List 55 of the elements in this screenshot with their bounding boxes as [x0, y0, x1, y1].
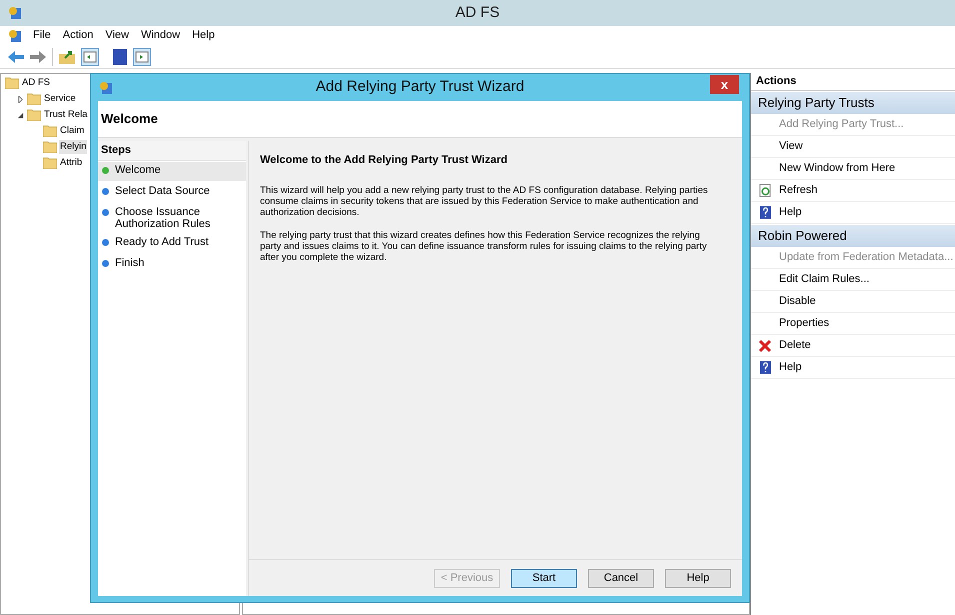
paragraph: This wizard will help you add a new relying party trust to the AD FS configuration database. Relying parties consume claims in security tokens that are issued by this Federation Service to make authentication and authorization decisions. [260, 184, 709, 218]
folder-icon [43, 157, 57, 169]
steps-title: Steps [101, 143, 131, 158]
app-icon [8, 28, 22, 42]
step-item: Choose Issuance Authorization Rules [98, 204, 246, 232]
tree-item[interactable]: Service [43, 92, 77, 106]
action-link[interactable]: View [779, 138, 803, 155]
action-link[interactable]: Disable [779, 293, 816, 310]
folder-icon [43, 125, 57, 137]
folder-icon [27, 93, 41, 105]
wizard-heading: Welcome to the Add Relying Party Trust Wizard [260, 153, 508, 168]
wizard-button[interactable]: Start [511, 568, 577, 588]
refresh-icon [758, 184, 772, 197]
folder-icon [43, 141, 57, 153]
section-header: Robin Powered [751, 225, 955, 247]
delete-icon [758, 338, 772, 352]
app-icon [99, 80, 113, 94]
action-link[interactable]: Delete [779, 337, 811, 354]
section-header: Relying Party Trusts [751, 92, 955, 114]
tree-item[interactable]: Attrib [59, 156, 84, 170]
tree-item[interactable]: AD FS [21, 76, 51, 90]
folder-up-icon[interactable] [59, 50, 75, 64]
menu-item[interactable]: Help [187, 27, 220, 44]
pane-toggle-icon[interactable] [133, 48, 151, 66]
action-link[interactable]: Properties [779, 315, 830, 332]
action-link[interactable]: Edit Claim Rules... [779, 271, 870, 288]
menu-item[interactable]: View [100, 27, 134, 44]
wizard-button[interactable]: Cancel [588, 568, 654, 588]
menu-item[interactable]: File [28, 27, 56, 44]
tree-item[interactable]: Relyin [59, 140, 88, 154]
app-icon [8, 6, 22, 20]
pane-toggle-icon[interactable] [81, 48, 99, 66]
window-title: AD FS [454, 2, 501, 23]
page-header: Welcome [101, 110, 158, 128]
close-button[interactable]: x [710, 75, 739, 94]
action-link[interactable]: Refresh [779, 182, 818, 199]
tree-item[interactable]: Trust Rela [43, 108, 88, 122]
action-link[interactable]: Help [779, 204, 802, 221]
step-item: Select Data Source [98, 183, 246, 202]
menu-item[interactable]: Window [136, 27, 186, 44]
action-link[interactable]: Help [779, 359, 802, 376]
wizard-button[interactable]: Help [665, 568, 731, 588]
folder-icon [5, 77, 19, 89]
forward-arrow-icon[interactable] [30, 50, 46, 62]
folder-icon [27, 109, 41, 121]
step-item: Welcome [98, 162, 246, 181]
step-item: Ready to Add Trust [98, 234, 246, 253]
step-item: Finish [98, 255, 246, 274]
actions-header: Actions [751, 73, 955, 91]
tree-item[interactable]: Claim [59, 124, 86, 138]
wizard-title: Add Relying Party Trust Wizard [314, 77, 526, 98]
paragraph: The relying party trust that this wizard creates defines how this Federation Service recognizes the relying party and issues claims to it. You can define issuance transform rules for issuing claims to the relying party after you complete the wizard. [260, 230, 708, 262]
menu-item[interactable]: Action [58, 27, 98, 44]
action-link[interactable]: New Window from Here [779, 160, 896, 177]
back-arrow-icon[interactable] [8, 50, 24, 62]
